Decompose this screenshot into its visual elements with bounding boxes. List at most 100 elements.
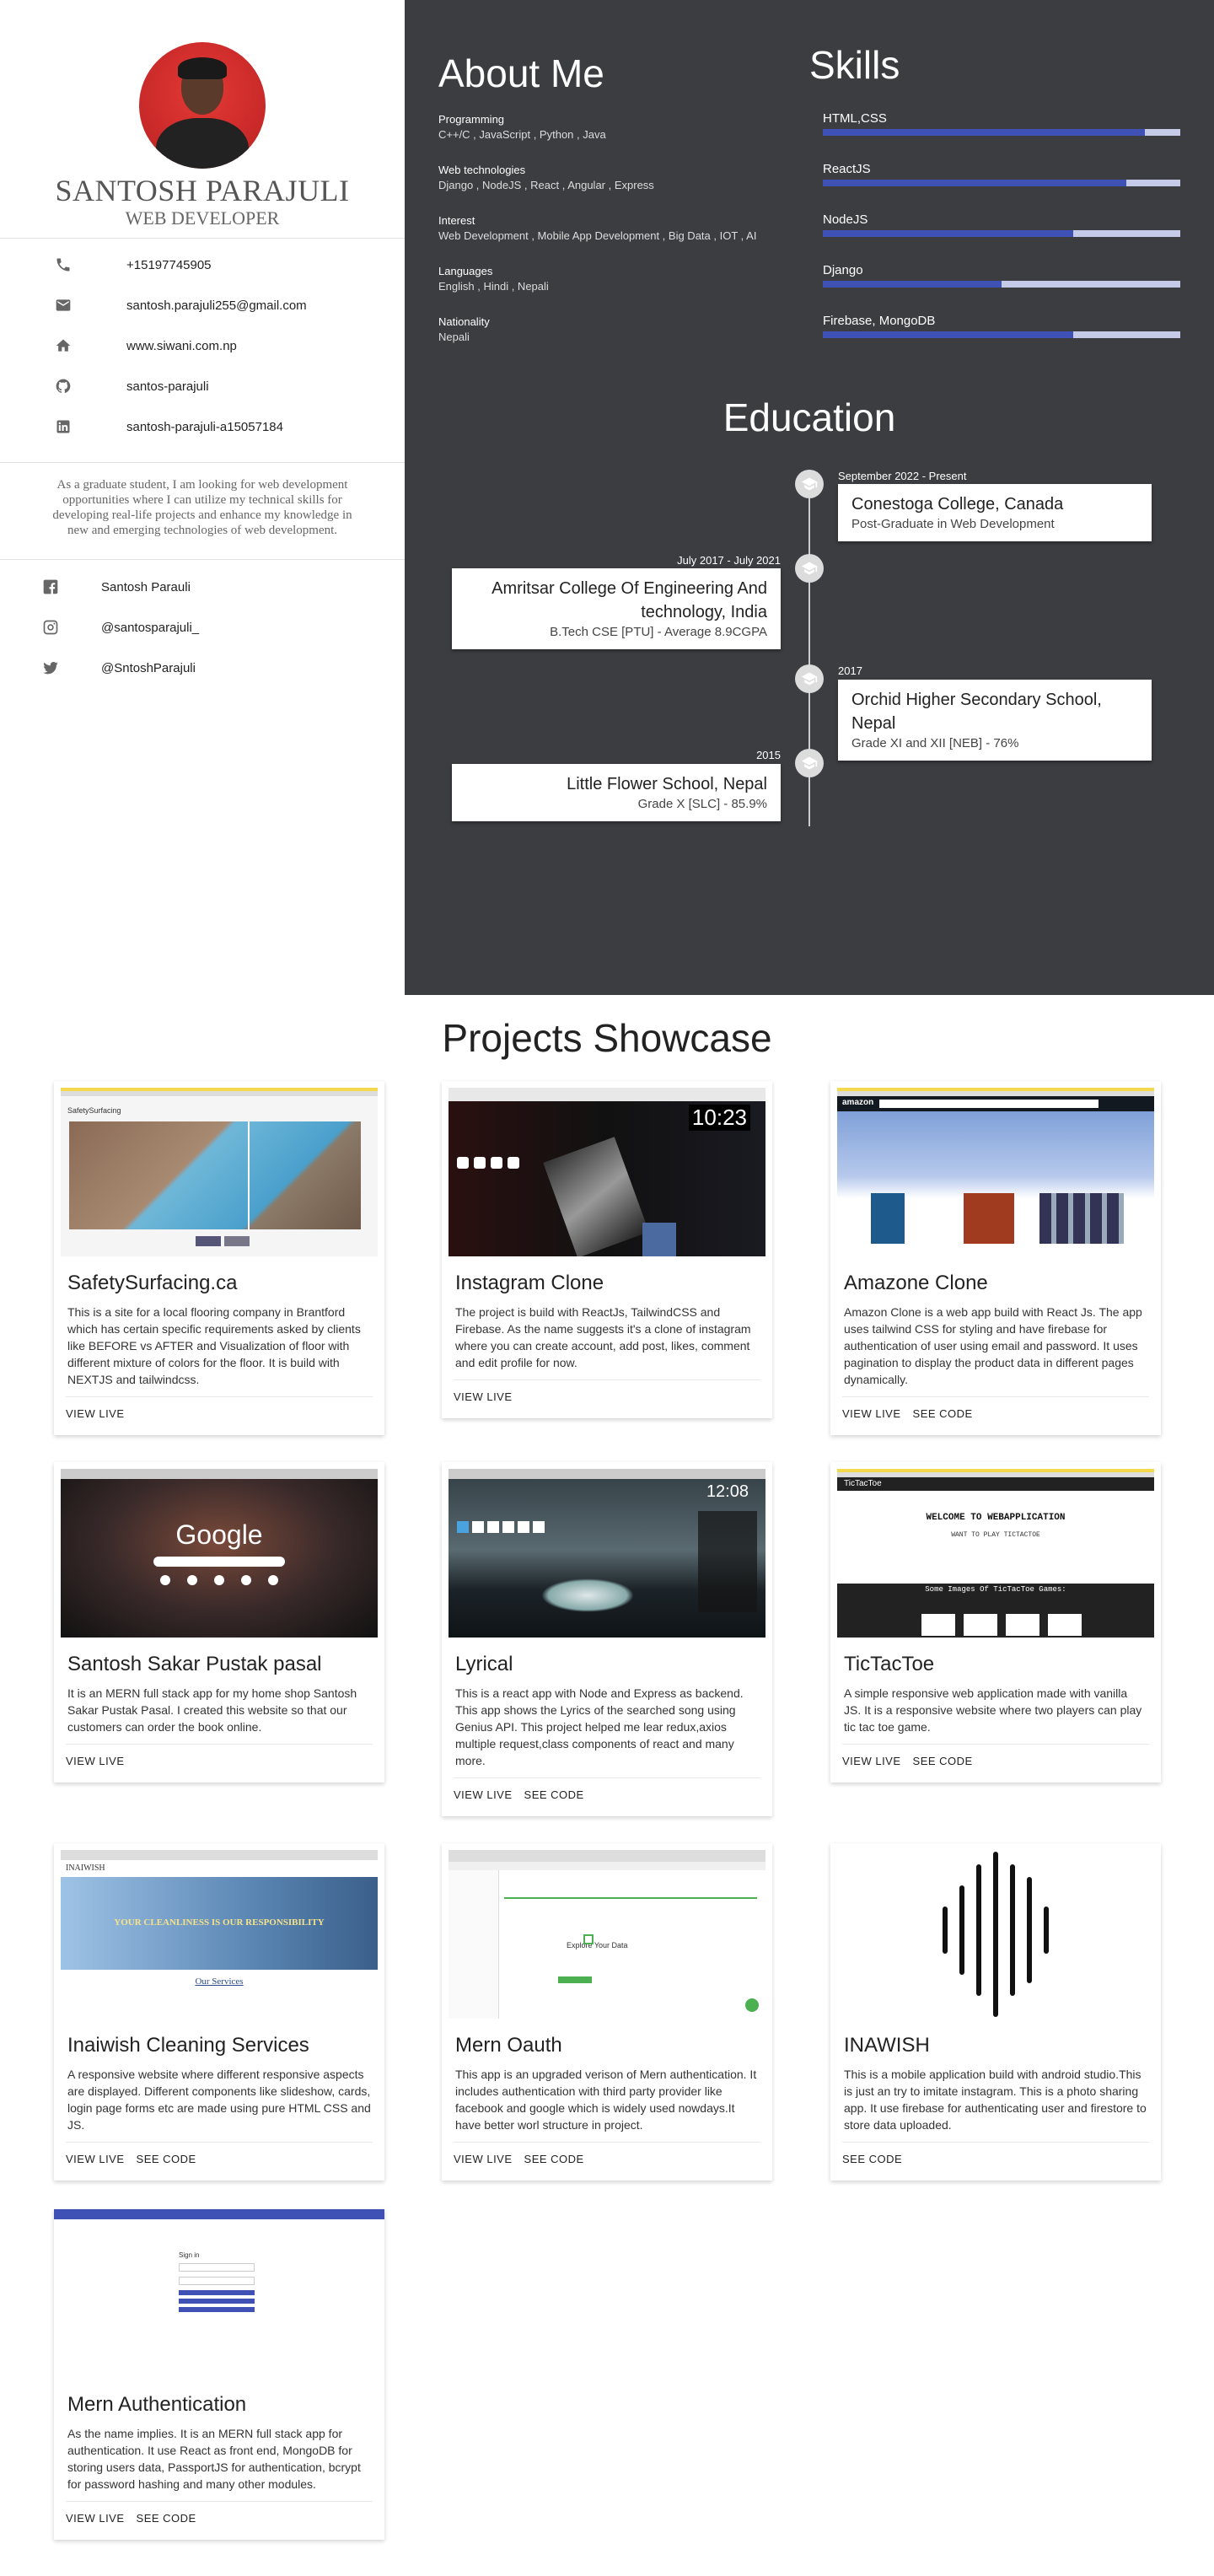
info-panel: About Me Programming C++/C , JavaScript ,… (405, 0, 1214, 995)
view-live-button[interactable]: VIEW LIVE (454, 1387, 513, 1406)
shot-time: 12:08 (706, 1482, 749, 1501)
divider (0, 462, 405, 463)
project-description: A simple responsive web application made… (844, 1686, 1142, 1734)
social-twitter[interactable]: @SntoshParajuli (0, 648, 405, 688)
shot-want: WANT TO PLAY TICTACTOE (951, 1531, 1040, 1539)
project-title: Mern Authentication (67, 2393, 247, 2416)
skill-name: NodeJS (823, 212, 868, 227)
project-screenshot[interactable]: 12:08 (449, 1469, 765, 1638)
project-actions: VIEW LIVE SEE CODE (66, 2501, 373, 2528)
shot-header: TicTacToe (844, 1479, 882, 1488)
view-live-button[interactable]: VIEW LIVE (66, 1751, 125, 1771)
about-title: About Me (438, 51, 604, 95)
view-live-button[interactable]: VIEW LIVE (66, 2509, 125, 2528)
project-description: This is a mobile application build with … (844, 2068, 1147, 2132)
project-card: INAIWISH YOUR CLEANLINESS IS OUR RESPONS… (54, 1843, 384, 2181)
shot-signin: Sign in (179, 2251, 200, 2259)
see-code-button[interactable]: SEE CODE (913, 1404, 973, 1423)
profile-summary: As a graduate student, I am looking for … (52, 478, 352, 537)
twitter-icon (0, 659, 101, 676)
project-title: INAWISH (844, 2034, 930, 2057)
project-screenshot[interactable]: amazon (837, 1088, 1154, 1256)
see-code-button[interactable]: SEE CODE (524, 1785, 584, 1804)
project-title: Santosh Sakar Pustak pasal (67, 1653, 322, 1675)
project-screenshot[interactable]: Google (61, 1469, 378, 1638)
graduation-cap-icon (795, 749, 824, 777)
skill-bar (823, 180, 1180, 186)
project-screenshot[interactable] (837, 1850, 1154, 2019)
contact-list: +15197745905 santosh.parajuli255@gmail.c… (0, 245, 405, 447)
contact-email[interactable]: santosh.parajuli255@gmail.com (0, 285, 405, 325)
about-value: C++/C , JavaScript , Python , Java (438, 128, 606, 141)
about-value: English , Hindi , Nepali (438, 280, 549, 293)
education-title: Education (722, 395, 896, 439)
project-screenshot[interactable]: Sign in (54, 2209, 384, 2378)
view-live-button[interactable]: VIEW LIVE (842, 1404, 901, 1423)
social-instagram[interactable]: @santosparajuli_ (0, 607, 405, 648)
graduation-cap-icon (795, 664, 824, 693)
project-card: 12:08 Lyrical This is a react app with N… (442, 1462, 772, 1816)
skill-fill (823, 230, 1073, 237)
avatar (139, 42, 266, 169)
skill-fill (823, 180, 1127, 186)
skill-item: ReactJS (823, 162, 1180, 212)
social-list: Santosh Parauli @santosparajuli_ @Sntosh… (0, 567, 405, 688)
project-screenshot[interactable]: Explore Your Data (449, 1850, 765, 2019)
contact-website[interactable]: www.siwani.com.np (0, 325, 405, 366)
skill-item: NodeJS (823, 212, 1180, 263)
contact-text: santos-parajuli (126, 379, 209, 394)
project-description: It is an MERN full stack app for my home… (67, 1686, 357, 1734)
email-icon (0, 297, 126, 314)
contact-text: www.siwani.com.np (126, 338, 237, 353)
education-date: 2015 (756, 749, 781, 761)
view-live-button[interactable]: VIEW LIVE (454, 2149, 513, 2169)
social-facebook[interactable]: Santosh Parauli (0, 567, 405, 607)
education-school: Amritsar College Of Engineering And tech… (492, 579, 767, 621)
shot-logo: SafetySurfacing (67, 1106, 121, 1115)
education-card: Conestoga College, Canada Post-Graduate … (838, 484, 1152, 541)
facebook-icon (0, 578, 101, 595)
soundwave-icon (943, 1852, 1049, 2017)
project-actions: VIEW LIVE SEE CODE (454, 1777, 760, 1804)
contact-github[interactable]: santos-parajuli (0, 366, 405, 406)
project-screenshot[interactable]: 10:23 (449, 1088, 765, 1256)
view-live-button[interactable]: VIEW LIVE (842, 1751, 901, 1771)
shot-logo: amazon (842, 1098, 874, 1107)
see-code-button[interactable]: SEE CODE (842, 2149, 902, 2169)
see-code-button[interactable]: SEE CODE (137, 2149, 196, 2169)
shot-services: Our Services (195, 1976, 244, 1987)
social-text: @SntoshParajuli (101, 660, 196, 675)
view-live-button[interactable]: VIEW LIVE (66, 2149, 125, 2169)
graduation-cap-icon (795, 554, 824, 583)
view-live-button[interactable]: VIEW LIVE (66, 1404, 125, 1423)
project-card: SafetySurfacing SafetySurfacing.ca This … (54, 1081, 384, 1435)
project-description: Amazon Clone is a web app build with Rea… (844, 1305, 1142, 1386)
divider (0, 238, 405, 239)
about-key: Languages (438, 265, 493, 277)
skill-item: Firebase, MongoDB (823, 314, 1180, 364)
social-text: Santosh Parauli (101, 579, 191, 594)
project-screenshot[interactable]: INAIWISH YOUR CLEANLINESS IS OUR RESPONS… (61, 1850, 378, 2019)
project-screenshot[interactable]: SafetySurfacing (61, 1088, 378, 1256)
about-key: Programming (438, 113, 505, 126)
project-actions: VIEW LIVE (66, 1396, 373, 1423)
instagram-icon (0, 619, 101, 636)
see-code-button[interactable]: SEE CODE (913, 1751, 973, 1771)
about-item: Web technologies Django , NodeJS , React … (438, 164, 792, 214)
contact-linkedin[interactable]: santosh-parajuli-a15057184 (0, 406, 405, 447)
project-description: As the name implies. It is an MERN full … (67, 2427, 361, 2491)
contact-text: +15197745905 (126, 257, 212, 272)
project-title: SafetySurfacing.ca (67, 1272, 238, 1294)
project-actions: SEE CODE (842, 2142, 1149, 2169)
about-key: Nationality (438, 315, 490, 328)
see-code-button[interactable]: SEE CODE (137, 2509, 196, 2528)
project-title: Amazone Clone (844, 1272, 988, 1294)
skill-name: HTML,CSS (823, 111, 887, 126)
project-screenshot[interactable]: TicTacToe WELCOME TO WEBAPPLICATION WANT… (837, 1469, 1154, 1638)
view-live-button[interactable]: VIEW LIVE (454, 1785, 513, 1804)
skill-bar (823, 230, 1180, 237)
project-description: This is a react app with Node and Expres… (455, 1686, 744, 1767)
contact-phone[interactable]: +15197745905 (0, 245, 405, 285)
project-actions: VIEW LIVE SEE CODE (66, 2142, 373, 2169)
see-code-button[interactable]: SEE CODE (524, 2149, 584, 2169)
